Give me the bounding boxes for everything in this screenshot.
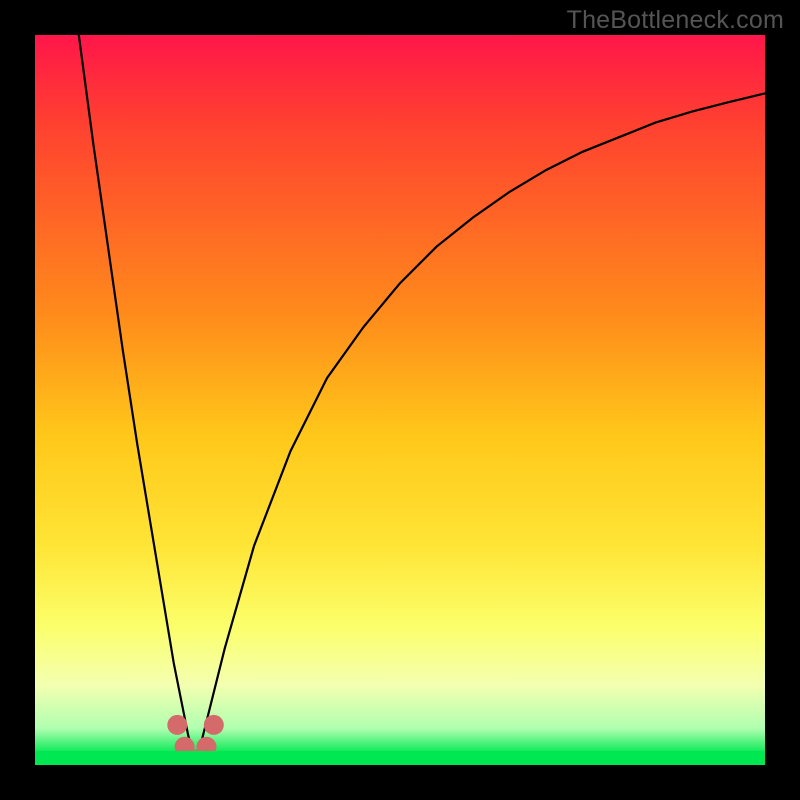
chart-frame: TheBottleneck.com: [0, 0, 800, 800]
gradient-background: [35, 35, 765, 765]
green-baseline-band: [35, 751, 765, 765]
plot-area: [35, 35, 765, 765]
valley-marker: [204, 715, 224, 735]
watermark-text: TheBottleneck.com: [567, 6, 784, 35]
chart-svg: [35, 35, 765, 765]
valley-marker: [167, 715, 187, 735]
